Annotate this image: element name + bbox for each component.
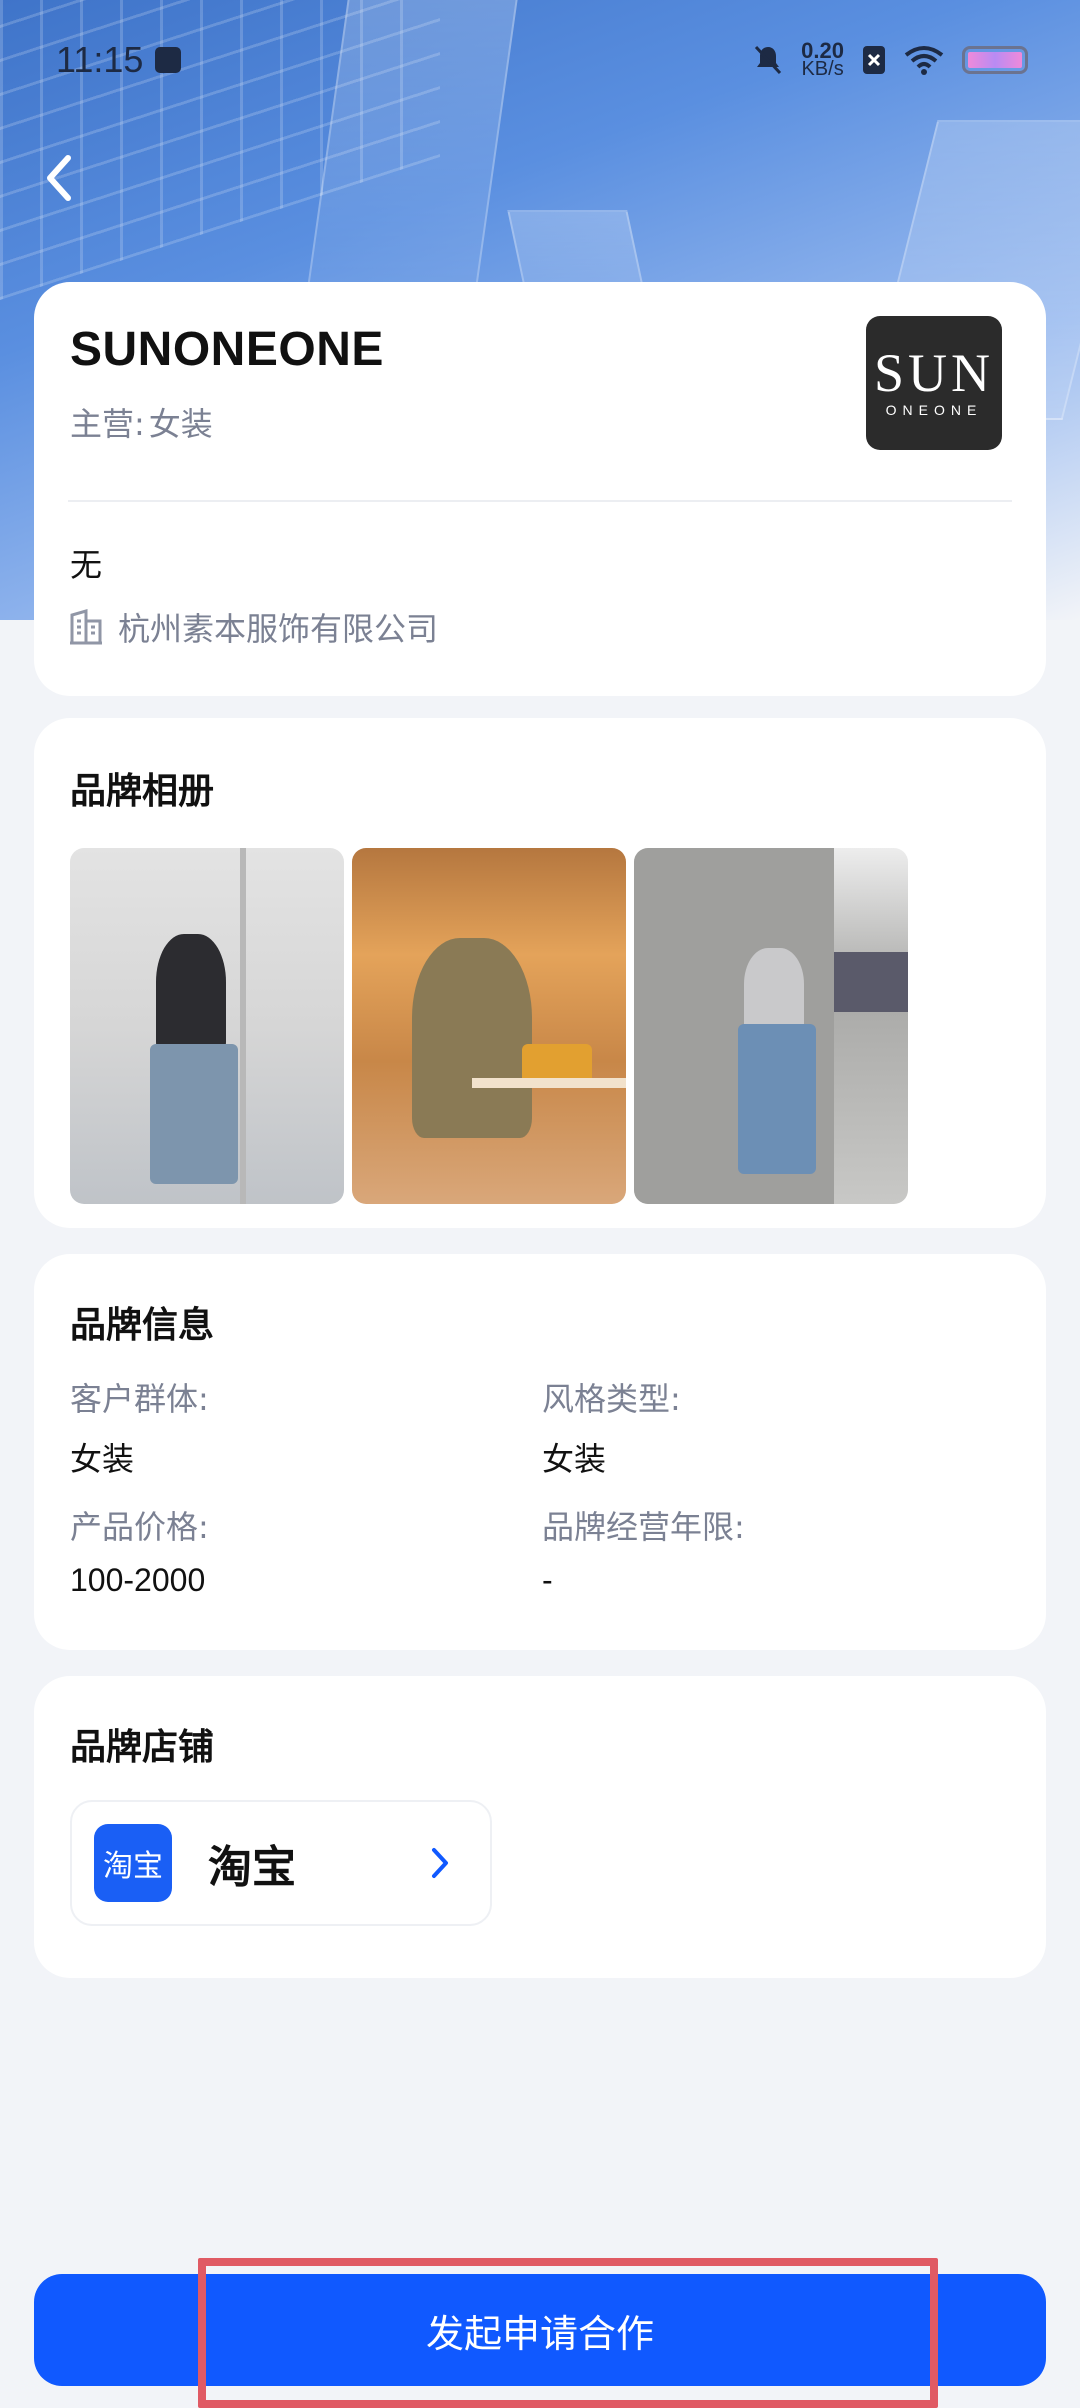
store-item-taobao[interactable]: 淘宝 淘宝 — [70, 1800, 492, 1926]
brand-stores-card: 品牌店铺 淘宝 淘宝 — [34, 1676, 1046, 1978]
company-row: 杭州素本服饰有限公司 — [68, 604, 438, 650]
brand-info-card: 品牌信息 客户群体: 女装 风格类型: 女装 产品价格: 100-2000 品牌… — [34, 1254, 1046, 1650]
taobao-icon: 淘宝 — [94, 1824, 172, 1902]
album-photo-1[interactable] — [70, 848, 344, 1204]
sim-x-icon — [863, 46, 885, 74]
chevron-left-icon — [47, 155, 71, 201]
album-photos — [70, 848, 1010, 1204]
wifi-icon — [904, 46, 944, 75]
divider — [68, 500, 1012, 502]
back-button[interactable] — [40, 148, 80, 208]
company-name: 杭州素本服饰有限公司 — [118, 610, 439, 648]
network-speed: 0.20 KB/s — [801, 38, 844, 80]
battery-icon — [962, 46, 1028, 74]
brand-album-card: 品牌相册 — [34, 718, 1046, 1228]
album-title: 品牌相册 — [70, 771, 215, 812]
info-field-years: 品牌经营年限: - — [542, 1508, 745, 1598]
info-field-customer: 客户群体: 女装 — [70, 1380, 209, 1477]
mute-bell-icon — [755, 45, 782, 75]
apply-cooperation-button[interactable]: 发起申请合作 — [34, 2274, 1046, 2386]
brand-summary-card: SUNONEONE 主营: 女装 SUN ONEONE 无 杭州素本服饰有限公司 — [34, 282, 1046, 696]
status-bar: 11:15 0.20 KB/s — [0, 0, 1080, 120]
building-icon — [70, 609, 102, 645]
info-grid: 客户群体: 女装 风格类型: 女装 产品价格: 100-2000 品牌经营年限:… — [70, 1374, 1010, 1599]
stores-title: 品牌店铺 — [70, 1727, 215, 1768]
info-field-style: 风格类型: 女装 — [542, 1380, 681, 1477]
info-title: 品牌信息 — [70, 1305, 215, 1346]
brand-description: 无 — [70, 546, 103, 584]
store-name: 淘宝 — [208, 1842, 296, 1893]
info-field-price: 产品价格: 100-2000 — [70, 1508, 209, 1598]
chevron-right-icon — [432, 1848, 448, 1878]
notification-icon — [155, 47, 182, 73]
status-time: 11:15 — [56, 39, 144, 80]
album-photo-2[interactable] — [352, 848, 626, 1204]
brand-logo: SUN ONEONE — [866, 316, 1002, 450]
album-photo-3[interactable] — [634, 848, 908, 1204]
